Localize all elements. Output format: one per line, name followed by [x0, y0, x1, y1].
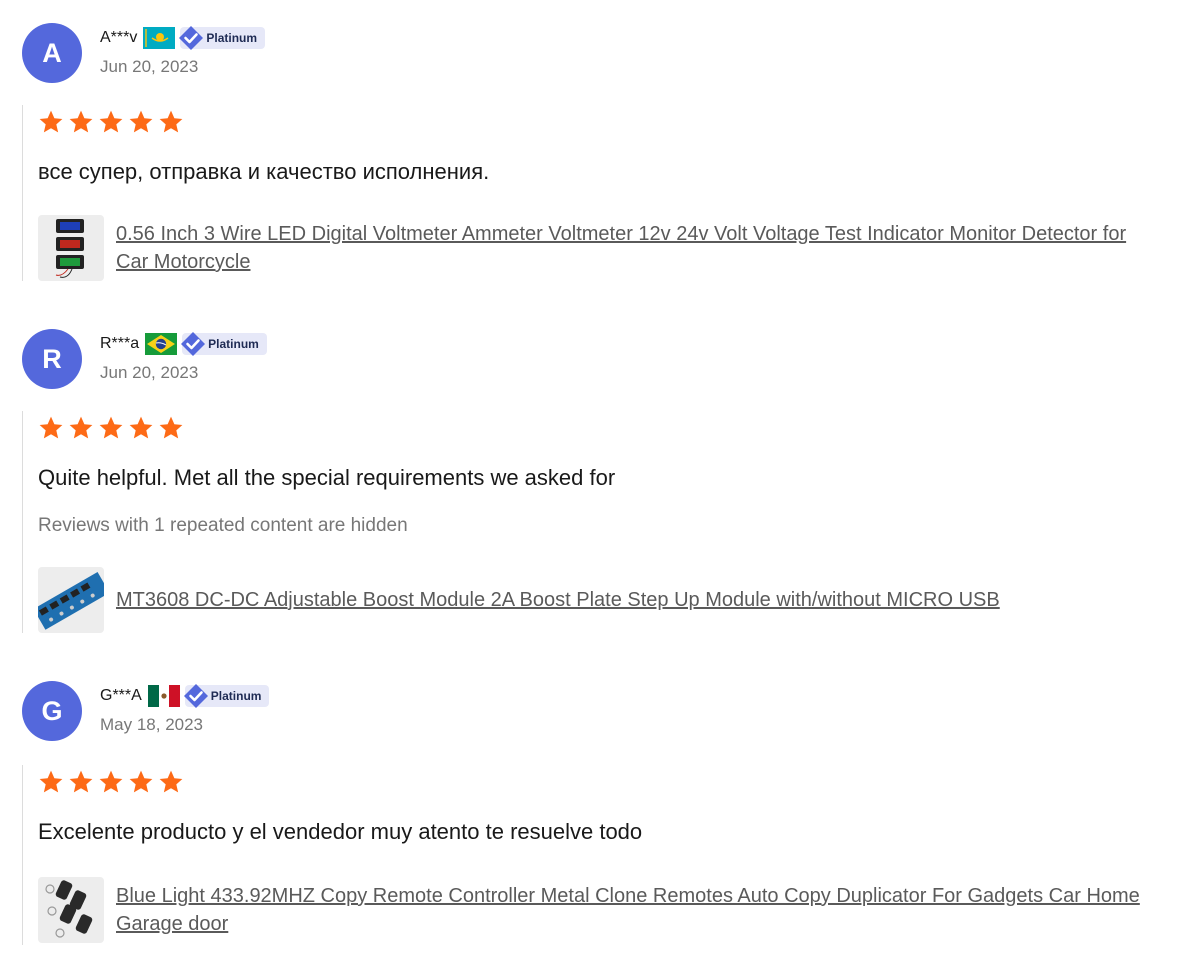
- platinum-badge: Platinum: [179, 26, 266, 50]
- star-rating: [38, 769, 188, 795]
- star-icon: [99, 770, 123, 793]
- verified-icon: [183, 684, 208, 708]
- star-icon: [39, 770, 63, 793]
- star-icon: [159, 416, 183, 439]
- star-icon: [69, 110, 93, 133]
- review-comment: Quite helpful. Met all the special requi…: [38, 465, 616, 490]
- reviewer-name: R***a: [100, 335, 140, 352]
- star-icon: [69, 416, 93, 439]
- voltmeter-image: [55, 219, 84, 278]
- product-link[interactable]: Blue Light 433.92MHZ Copy Remote Control…: [116, 882, 1156, 938]
- review-date: Jun 20, 2023: [100, 363, 199, 382]
- product-link[interactable]: MT3608 DC-DC Adjustable Boost Module 2A …: [116, 586, 1156, 614]
- star-icon: [129, 416, 153, 439]
- review-body: все супер, отправка и качество исполнени…: [22, 105, 1182, 281]
- reviewer-name: G***A: [100, 687, 142, 704]
- review-comment: Excelente producto y el vendedor muy ate…: [38, 819, 643, 844]
- badge-label: Platinum: [208, 337, 259, 351]
- reviewer-info: A***v Platinum: [100, 25, 266, 51]
- product-reference: MT3608 DC-DC Adjustable Boost Module 2A …: [38, 567, 1156, 633]
- star-icon: [129, 770, 153, 793]
- hidden-reviews-note: Reviews with 1 repeated content are hidd…: [38, 515, 408, 536]
- reviewer-info: G***A Platinum: [100, 683, 270, 709]
- product-thumbnail[interactable]: [38, 567, 104, 633]
- badge-label: Platinum: [206, 31, 258, 45]
- verified-icon: [181, 332, 206, 356]
- product-reference: Blue Light 433.92MHZ Copy Remote Control…: [38, 877, 1156, 943]
- star-icon: [99, 110, 123, 133]
- star-icon: [129, 110, 153, 133]
- star-rating: [38, 109, 188, 135]
- mexico-flag-icon: [147, 685, 180, 707]
- reviewer-name: A***v: [100, 29, 138, 46]
- reviewer-info: R***a Platinum: [100, 331, 267, 357]
- star-rating: [38, 415, 188, 441]
- review-body: Excelente producto y el vendedor muy ate…: [22, 765, 1182, 945]
- review-header: G G***A Platinum May 18, 2023: [22, 681, 622, 741]
- review-comment: все супер, отправка и качество исполнени…: [38, 159, 490, 184]
- boost-module-image: [38, 571, 104, 630]
- avatar: G: [22, 681, 82, 741]
- avatar: A: [22, 23, 82, 83]
- verified-icon: [179, 26, 204, 50]
- star-icon: [39, 110, 63, 133]
- star-icon: [159, 110, 183, 133]
- platinum-badge: Platinum: [183, 684, 270, 708]
- kazakhstan-flag-icon: [143, 27, 176, 49]
- star-icon: [39, 416, 63, 439]
- review-date: Jun 20, 2023: [100, 57, 199, 76]
- star-icon: [159, 770, 183, 793]
- star-icon: [99, 416, 123, 439]
- product-link[interactable]: 0.56 Inch 3 Wire LED Digital Voltmeter A…: [116, 220, 1156, 276]
- avatar: R: [22, 329, 82, 389]
- product-reference: 0.56 Inch 3 Wire LED Digital Voltmeter A…: [38, 215, 1156, 281]
- review-body: Quite helpful. Met all the special requi…: [22, 411, 1182, 633]
- review-date: May 18, 2023: [100, 715, 204, 734]
- remote-controller-image: [45, 880, 93, 938]
- badge-label: Platinum: [210, 689, 262, 703]
- review-header: A A***v Platinum Jun 20, 2023: [22, 23, 622, 83]
- star-icon: [69, 770, 93, 793]
- brazil-flag-icon: [145, 333, 178, 355]
- product-thumbnail[interactable]: [38, 215, 104, 281]
- product-thumbnail[interactable]: [38, 877, 104, 943]
- review-header: R R***a Platinum Jun 20, 2023: [22, 329, 622, 389]
- platinum-badge: Platinum: [181, 332, 267, 356]
